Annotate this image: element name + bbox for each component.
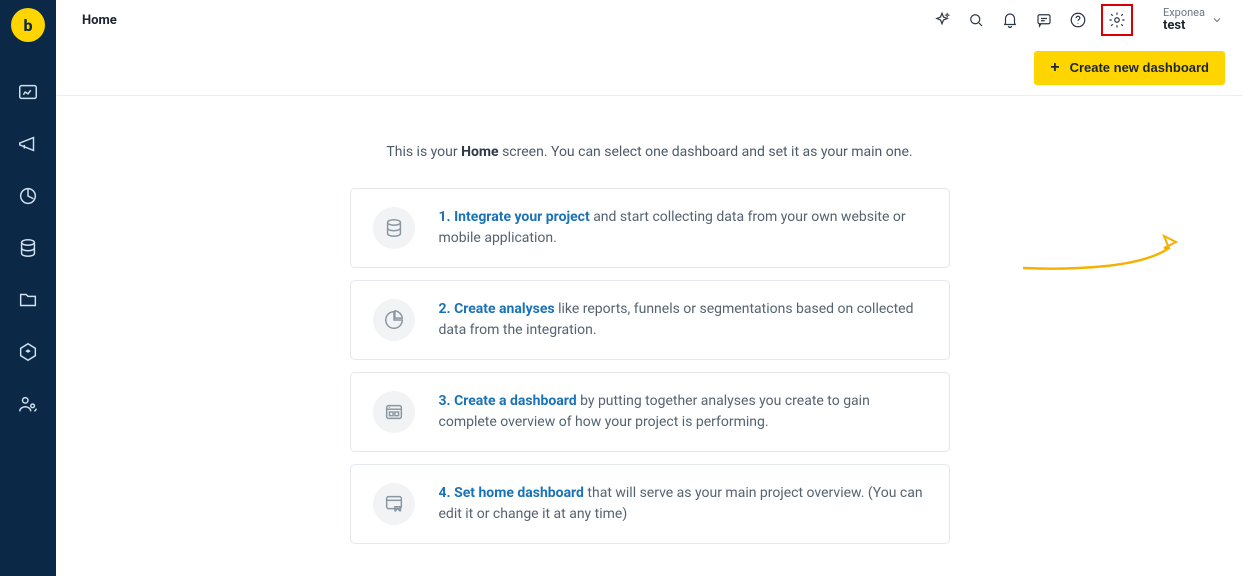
project-name-label: test xyxy=(1163,19,1205,33)
card-integrate-link: 1. Integrate your project xyxy=(439,209,590,225)
sidebar: b xyxy=(0,0,56,576)
database-icon xyxy=(373,207,415,249)
nav-dashboard-icon[interactable] xyxy=(16,80,40,104)
card-integrate[interactable]: 1. Integrate your project and start coll… xyxy=(350,188,950,268)
dashboard-icon xyxy=(373,391,415,433)
sparkle-icon[interactable] xyxy=(931,9,953,31)
plus-icon: + xyxy=(1050,59,1059,77)
intro-bold: Home xyxy=(461,144,498,160)
brand-logo[interactable]: b xyxy=(11,8,45,42)
help-icon[interactable] xyxy=(1067,9,1089,31)
project-selector[interactable]: Exponea test xyxy=(1163,7,1223,33)
card-home-link: 4. Set home dashboard xyxy=(439,485,584,501)
pie-icon xyxy=(373,299,415,341)
main-content: This is your Home screen. You can select… xyxy=(56,96,1243,576)
card-dashboard[interactable]: 3. Create a dashboard by putting togethe… xyxy=(350,372,950,452)
nav-campaigns-icon[interactable] xyxy=(16,132,40,156)
settings-icon-highlighted[interactable] xyxy=(1101,4,1133,36)
nav-assets-icon[interactable] xyxy=(16,288,40,312)
nav-data-icon[interactable] xyxy=(16,236,40,260)
topbar: Home Exponea test xyxy=(56,0,1243,40)
card-dashboard-link: 3. Create a dashboard xyxy=(439,393,577,409)
card-analyses[interactable]: 2. Create analyses like reports, funnels… xyxy=(350,280,950,360)
bell-icon[interactable] xyxy=(999,9,1021,31)
hint-arrow-icon xyxy=(1021,234,1181,274)
card-dashboard-text: 3. Create a dashboard by putting togethe… xyxy=(439,391,927,433)
intro-suffix: screen. You can select one dashboard and… xyxy=(499,144,913,160)
chat-icon[interactable] xyxy=(1033,9,1055,31)
card-home-dashboard[interactable]: 4. Set home dashboard that will serve as… xyxy=(350,464,950,544)
intro-text: This is your Home screen. You can select… xyxy=(56,144,1243,160)
nav-integrations-icon[interactable] xyxy=(16,340,40,364)
search-icon[interactable] xyxy=(965,9,987,31)
nav-users-icon[interactable] xyxy=(16,392,40,416)
card-analyses-text: 2. Create analyses like reports, funnels… xyxy=(439,299,927,341)
card-home-dashboard-text: 4. Set home dashboard that will serve as… xyxy=(439,483,927,525)
card-integrate-text: 1. Integrate your project and start coll… xyxy=(439,207,927,249)
intro-prefix: This is your xyxy=(386,144,461,160)
card-analyses-link: 2. Create analyses xyxy=(439,301,555,317)
create-dashboard-button[interactable]: + Create new dashboard xyxy=(1034,51,1225,85)
topbar-actions: Exponea test xyxy=(931,4,1223,36)
action-bar: + Create new dashboard xyxy=(56,40,1243,96)
onboarding-cards: 1. Integrate your project and start coll… xyxy=(350,188,950,544)
chevron-down-icon xyxy=(1211,14,1223,26)
create-dashboard-label: Create new dashboard xyxy=(1070,60,1209,75)
page-title: Home xyxy=(82,13,117,28)
home-dashboard-icon xyxy=(373,483,415,525)
nav-analytics-icon[interactable] xyxy=(16,184,40,208)
